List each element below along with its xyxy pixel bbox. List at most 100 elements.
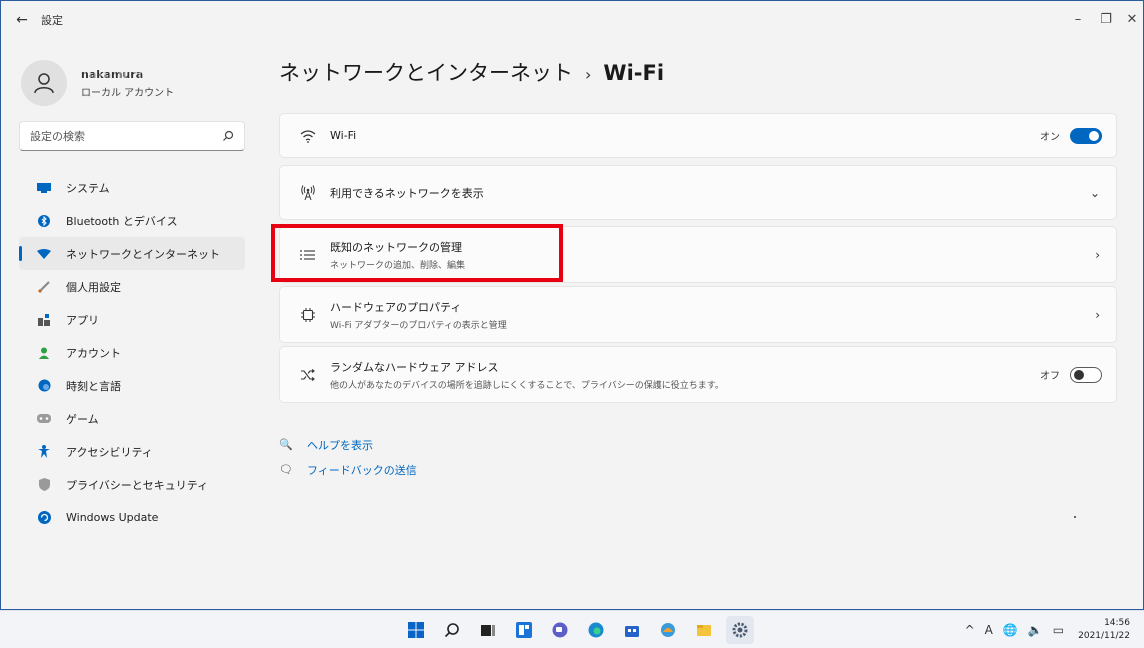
hardware-properties-title: ハードウェアのプロパティ [330, 300, 462, 314]
search-icon[interactable] [438, 616, 466, 644]
sidebar-item-system[interactable]: システム [19, 171, 245, 204]
hardware-properties-card[interactable]: ハードウェアのプロパティ Wi-Fi アダプターのプロパティの表示と管理 › [279, 286, 1117, 343]
sidebar-item-bluetooth[interactable]: Bluetooth とデバイス [19, 204, 245, 237]
feedback-link-label: フィードバックの送信 [307, 463, 417, 477]
app-title: 設定 [41, 14, 63, 27]
help-link[interactable]: 🔍 ヘルプを表示 [279, 432, 417, 457]
clock[interactable]: 14:56 2021/11/22 [1078, 617, 1130, 643]
chevron-right-icon: › [1095, 247, 1100, 262]
main-content: ネットワークとインターネット › Wi-Fi Wi-Fi オン 利用できるネットワー… [279, 37, 1119, 597]
person-icon [34, 73, 54, 94]
explorer-icon[interactable] [690, 616, 718, 644]
available-networks-title: 利用できるネットワークを表示 [330, 186, 484, 200]
wifi-toggle[interactable] [1070, 127, 1102, 144]
breadcrumb-parent[interactable]: ネットワークとインターネット [279, 61, 573, 85]
globe-clock-icon [37, 379, 51, 393]
sidebar-item-label: プライバシーとセキュリティ [66, 478, 209, 492]
chevron-right-icon: › [1095, 307, 1100, 322]
sidebar-item-label: 個人用設定 [66, 280, 121, 294]
sidebar-item-personalization[interactable]: 個人用設定 [19, 270, 245, 303]
feedback-link[interactable]: 🗨 フィードバックの送信 [279, 457, 417, 482]
chevron-down-icon: ⌄ [1089, 185, 1100, 200]
sidebar-item-accessibility[interactable]: アクセシビリティ [19, 435, 245, 468]
sidebar-item-label: アカウント [66, 346, 121, 360]
sidebar-item-label: ネットワークとインターネット [66, 247, 220, 261]
antenna-icon [298, 183, 318, 203]
ime-indicator[interactable]: A [985, 623, 993, 637]
title-bar: ← 設定 – ❐ ✕ [1, 1, 1143, 37]
breadcrumb-separator: › [585, 65, 592, 84]
random-address-toggle[interactable] [1070, 366, 1102, 383]
wifi-card[interactable]: Wi-Fi オン [279, 113, 1117, 158]
person-icon [37, 346, 51, 360]
avatar [21, 60, 67, 106]
user-profile[interactable]: nakamura ローカル アカウント [21, 55, 174, 111]
sidebar-item-time-language[interactable]: 時刻と言語 [19, 369, 245, 402]
random-address-title: ランダムなハードウェア アドレス [330, 360, 499, 374]
store-icon[interactable] [618, 616, 646, 644]
sidebar-item-label: 時刻と言語 [66, 379, 121, 393]
taskbar-apps [402, 616, 762, 644]
wifi-toggle-label: オン [1040, 132, 1060, 143]
sidebar-item-windows-update[interactable]: Windows Update [19, 501, 245, 534]
sidebar-item-label: システム [66, 181, 110, 195]
network-globe-icon[interactable]: 🌐 [1003, 623, 1018, 637]
clock-time: 14:56 [1104, 618, 1130, 628]
sidebar-item-apps[interactable]: アプリ [19, 303, 245, 336]
sidebar-item-label: Windows Update [66, 511, 159, 524]
windows-start-icon[interactable] [402, 616, 430, 644]
available-networks-card[interactable]: 利用できるネットワークを表示 ⌄ [279, 165, 1117, 220]
user-name: nakamura [81, 68, 174, 81]
search-placeholder: 設定の検索 [30, 130, 85, 143]
accessibility-icon [37, 445, 51, 459]
sidebar-item-accounts[interactable]: アカウント [19, 336, 245, 369]
sidebar: nakamura ローカル アカウント 設定の検索 システム Bluetooth… [1, 37, 261, 597]
search-icon [223, 130, 234, 141]
edge-icon[interactable] [582, 616, 610, 644]
random-hardware-address-card: ランダムなハードウェア アドレス 他の人があなたのデバイスの場所を追跡しにくくす… [279, 346, 1117, 403]
clock-date: 2021/11/22 [1078, 631, 1130, 641]
account-type: ローカル アカウント [81, 87, 175, 99]
taskbar: ^ A 🌐 🔈 ▭ 14:56 2021/11/22 [0, 610, 1144, 648]
settings-icon[interactable] [726, 616, 754, 644]
back-button[interactable]: ← [11, 9, 33, 31]
task-view-icon[interactable] [474, 616, 502, 644]
random-address-toggle-label: オフ [1040, 371, 1060, 382]
chat-icon[interactable] [546, 616, 574, 644]
sidebar-item-gaming[interactable]: ゲーム [19, 402, 245, 435]
help-link-label: ヘルプを表示 [307, 438, 373, 452]
brush-icon [37, 280, 51, 294]
minimize-button[interactable]: – [1063, 7, 1093, 31]
sidebar-item-label: ゲーム [66, 412, 99, 426]
apps-icon [37, 313, 51, 327]
wifi-icon [37, 247, 51, 261]
monitor-icon [37, 181, 51, 195]
sidebar-item-privacy[interactable]: プライバシーとセキュリティ [19, 468, 245, 501]
hardware-properties-subtitle: Wi-Fi アダプターのプロパティの表示と管理 [330, 320, 507, 331]
app-icon[interactable] [654, 616, 682, 644]
sidebar-item-label: Bluetooth とデバイス [66, 214, 178, 228]
volume-icon[interactable]: 🔈 [1028, 623, 1043, 637]
help-icon: 🔍 [279, 438, 293, 451]
tray-chevron-icon[interactable]: ^ [965, 623, 975, 637]
shield-icon [37, 478, 51, 492]
wifi-title: Wi-Fi [330, 129, 357, 142]
sidebar-item-network[interactable]: ネットワークとインターネット [19, 237, 245, 270]
feedback-icon: 🗨 [279, 463, 293, 476]
bluetooth-icon [37, 214, 51, 228]
update-icon [37, 511, 51, 525]
sidebar-item-label: アクセシビリティ [66, 445, 153, 459]
settings-window: ← 設定 – ❐ ✕ nakamura ローカル アカウント 設定の検索 システ… [0, 0, 1144, 610]
sidebar-nav: システム Bluetooth とデバイス ネットワークとインターネット 個人用設… [19, 171, 245, 534]
cursor-dot [1074, 516, 1076, 518]
battery-icon[interactable]: ▭ [1053, 623, 1064, 637]
close-button[interactable]: ✕ [1117, 7, 1144, 31]
page-title: ネットワークとインターネット › Wi-Fi [279, 57, 664, 87]
chip-icon [298, 305, 318, 325]
gamepad-icon [37, 412, 51, 426]
shuffle-icon [298, 365, 318, 385]
search-input[interactable]: 設定の検索 [19, 121, 245, 151]
breadcrumb-current: Wi-Fi [603, 61, 665, 85]
help-links: 🔍 ヘルプを表示 🗨 フィードバックの送信 [279, 432, 417, 482]
widgets-icon[interactable] [510, 616, 538, 644]
